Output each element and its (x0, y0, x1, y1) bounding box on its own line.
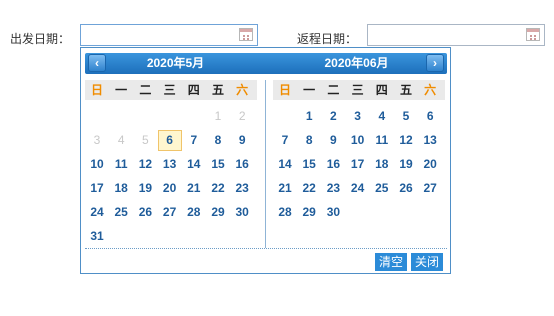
day-cell[interactable]: 18 (370, 154, 394, 175)
day-cell[interactable]: 22 (206, 178, 230, 199)
prev-month-button[interactable]: ‹ (88, 54, 106, 72)
day-cell[interactable]: 26 (133, 202, 157, 223)
day-cell[interactable]: 10 (346, 130, 370, 151)
day-cell[interactable]: 15 (206, 154, 230, 175)
weekday-label: 五 (399, 83, 412, 97)
weekday-label: 四 (375, 83, 388, 97)
day-cell[interactable]: 29 (206, 202, 230, 223)
day-cell[interactable]: 22 (297, 178, 321, 199)
day-cell[interactable]: 6 (418, 106, 442, 127)
day-cell-disabled: 2 (238, 109, 246, 123)
weekday-label: 一 (115, 83, 128, 97)
day-cell[interactable]: 9 (321, 130, 345, 151)
month-divider (265, 80, 266, 248)
day-cell[interactable]: 28 (273, 202, 297, 223)
day-cell-disabled: 1 (214, 109, 222, 123)
weekday-label: 三 (163, 83, 176, 97)
day-cell[interactable]: 1 (297, 106, 321, 127)
day-cell-today[interactable]: 6 (157, 130, 182, 151)
day-cell[interactable]: 11 (109, 154, 133, 175)
day-cell-disabled: 5 (142, 133, 149, 147)
weekday-label: 二 (139, 83, 152, 97)
day-cell[interactable]: 11 (370, 130, 394, 151)
weekday-label: 一 (303, 83, 316, 97)
day-cell[interactable]: 27 (418, 178, 442, 199)
day-cell[interactable]: 21 (273, 178, 297, 199)
weekday-label: 日 (278, 83, 291, 97)
return-date-input[interactable] (367, 24, 545, 46)
day-cell[interactable]: 26 (394, 178, 418, 199)
day-cell-disabled: 3 (93, 133, 101, 147)
depart-date-input[interactable] (80, 24, 258, 46)
weekday-label: 四 (187, 83, 200, 97)
weekday-label: 六 (424, 83, 437, 97)
day-cell[interactable]: 28 (182, 202, 206, 223)
day-cell[interactable]: 15 (297, 154, 321, 175)
day-cell[interactable]: 14 (182, 154, 206, 175)
day-cell[interactable]: 14 (273, 154, 297, 175)
day-cell[interactable]: 16 (321, 154, 345, 175)
day-cell[interactable]: 4 (370, 106, 394, 127)
day-cell[interactable]: 20 (418, 154, 442, 175)
day-cell[interactable]: 3 (346, 106, 370, 127)
day-cell[interactable]: 7 (273, 130, 297, 151)
calendar-icon[interactable] (526, 28, 540, 41)
day-cell[interactable]: 7 (182, 130, 206, 151)
clear-button[interactable]: 清空 (375, 253, 408, 271)
day-cell[interactable]: 30 (321, 202, 345, 223)
calendar-icon[interactable] (239, 28, 253, 41)
day-cell[interactable]: 30 (230, 202, 254, 223)
day-cell[interactable]: 27 (158, 202, 182, 223)
day-cell[interactable]: 17 (85, 178, 109, 199)
weekday-label: 五 (211, 83, 224, 97)
weekday-label: 二 (327, 83, 340, 97)
weekday-label: 三 (351, 83, 364, 97)
day-cell[interactable]: 10 (85, 154, 109, 175)
day-cell[interactable]: 24 (346, 178, 370, 199)
calendar-header: 2020年5月 2020年06月 ‹ › (85, 53, 447, 74)
day-cell[interactable]: 5 (394, 106, 418, 127)
day-cell[interactable]: 21 (182, 178, 206, 199)
footer-divider (85, 248, 447, 249)
weekday-header-left: 日一二三四五六 (85, 80, 257, 100)
day-cell[interactable]: 29 (297, 202, 321, 223)
weekday-header-right: 日一二三四五六 (273, 80, 445, 100)
day-cell[interactable]: 19 (133, 178, 157, 199)
month-title-right: 2020年06月 (324, 56, 389, 70)
day-cell[interactable]: 19 (394, 154, 418, 175)
day-cell[interactable]: 25 (109, 202, 133, 223)
return-date-label: 返程日期： (297, 32, 358, 46)
day-cell[interactable]: 12 (133, 154, 157, 175)
day-cell[interactable]: 13 (418, 130, 442, 151)
day-cell-disabled: 4 (117, 133, 125, 147)
day-cell[interactable]: 31 (85, 226, 109, 247)
day-cell[interactable]: 20 (158, 178, 182, 199)
close-button[interactable]: 关闭 (411, 253, 444, 271)
day-cell[interactable]: 8 (206, 130, 230, 151)
month-title-left: 2020年5月 (146, 56, 205, 70)
day-cell[interactable]: 24 (85, 202, 109, 223)
date-picker-popup: 2020年5月 2020年06月 ‹ › 日一二三四五六 日一二三四五六 123… (80, 47, 451, 274)
day-cell[interactable]: 2 (321, 106, 345, 127)
day-cell[interactable]: 25 (370, 178, 394, 199)
day-cell[interactable]: 17 (346, 154, 370, 175)
depart-date-label: 出发日期： (10, 32, 71, 46)
weekday-label: 六 (236, 83, 249, 97)
day-cell[interactable]: 23 (230, 178, 254, 199)
day-cell[interactable]: 18 (109, 178, 133, 199)
weekday-label: 日 (90, 83, 103, 97)
day-cell[interactable]: 16 (230, 154, 254, 175)
day-cell[interactable]: 23 (321, 178, 345, 199)
day-cell[interactable]: 13 (158, 154, 182, 175)
day-cell[interactable]: 8 (297, 130, 321, 151)
day-cell[interactable]: 9 (230, 130, 254, 151)
next-month-button[interactable]: › (426, 54, 444, 72)
day-cell[interactable]: 12 (394, 130, 418, 151)
